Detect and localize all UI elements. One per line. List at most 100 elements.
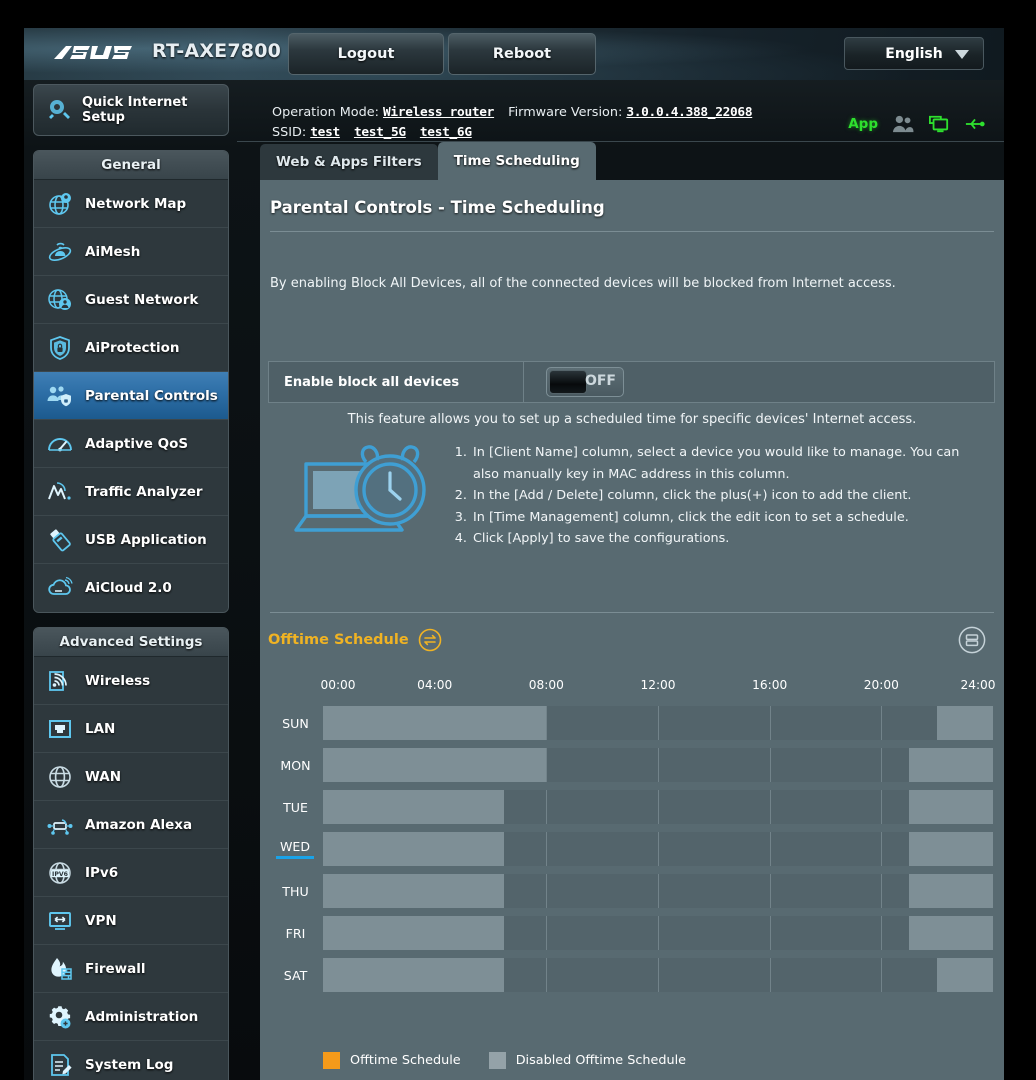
logout-button[interactable]: Logout [288,33,444,75]
wireless-icon [49,670,67,691]
ssid-value-24g[interactable]: test [310,125,340,140]
operation-mode-value[interactable]: Wireless router [383,105,494,120]
sidebar-item-wireless[interactable]: Wireless [34,657,228,705]
instruction-step: In [Client Name] column, select a device… [471,442,975,485]
toggle-knob [549,370,587,394]
legend-label-disabled: Disabled Offtime Schedule [515,1053,687,1068]
top-bar: RT-AXE7800 Logout Reboot English [24,28,1004,80]
schedule-day-label[interactable]: FRI [268,926,323,941]
ssid-value-6g[interactable]: test_6G [420,125,472,140]
tab-web-apps-filters[interactable]: Web & Apps Filters [260,144,438,180]
operation-mode-label: Operation Mode: [272,105,379,120]
schedule-block[interactable] [323,832,505,866]
axis-tick-label: 24:00 [960,678,996,692]
ssid-value-5g[interactable]: test_5G [354,125,406,140]
sidebar-item-firewall[interactable]: Firewall [34,945,228,993]
sidebar-item-system-log[interactable]: System Log [34,1041,228,1080]
schedule-gridline [658,706,659,740]
schedule-track[interactable] [323,874,993,908]
sidebar-item-label: IPv6 [85,864,119,881]
tab-bar: Web & Apps Filters Time Scheduling [260,142,596,180]
schedule-block[interactable] [323,916,505,950]
schedule-track[interactable] [323,832,993,866]
sidebar-item-traffic-analyzer[interactable]: Traffic Analyzer [34,468,228,516]
usb-drive-icon [50,528,71,551]
firmware-value[interactable]: 3.0.0.4.388_22068 [626,105,752,120]
schedule-track[interactable] [323,790,993,824]
list-view-circle-icon[interactable] [958,626,986,654]
firmware-label: Firmware Version: [508,105,623,120]
sidebar-item-label: Amazon Alexa [85,816,193,833]
schedule-track[interactable] [323,958,993,992]
swap-circle-icon[interactable] [418,628,442,652]
sidebar-item-aiprotection[interactable]: AiProtection [34,324,228,372]
schedule-day-label[interactable]: TUE [268,800,323,815]
reboot-button[interactable]: Reboot [448,33,596,75]
users-icon[interactable] [892,114,914,134]
enable-block-all-devices-label: Enable block all devices [269,362,524,402]
sidebar-item-vpn[interactable]: VPN [34,897,228,945]
ui-frame: RT-AXE7800 Logout Reboot English Operati… [24,28,1004,1080]
schedule-day-label[interactable]: SAT [268,968,323,983]
sidebar-item-lan[interactable]: LAN [34,705,228,753]
schedule-track[interactable] [323,706,993,740]
schedule-day-label[interactable]: WED [276,839,314,859]
ipv6-icon: IPV6 [49,861,71,884]
sidebar-item-usb-application[interactable]: USB Application [34,516,228,564]
schedule-rows: SUN MON TUE WED THU FRI SAT [268,702,995,996]
sidebar-item-parental-controls[interactable]: Parental Controls [34,372,228,420]
sidebar-item-administration[interactable]: Administration [34,993,228,1041]
info-line-operation: Operation Mode: Wireless router Firmware… [272,105,753,120]
schedule-block[interactable] [937,958,993,992]
sidebar-item-label: Administration [85,1008,199,1025]
schedule-block[interactable] [323,958,505,992]
schedule-day-label[interactable]: MON [268,758,323,773]
schedule-block[interactable] [323,790,505,824]
settings-panel: Parental Controls - Time Scheduling By e… [260,180,1004,1080]
schedule-gridline [546,706,548,740]
schedule-block[interactable] [937,706,993,740]
app-label[interactable]: App [848,116,878,132]
monitor-icon[interactable] [928,114,950,134]
schedule-block[interactable] [323,748,547,782]
lan-port-icon [49,719,71,738]
language-selector[interactable]: English [844,37,984,70]
sidebar-item-quick-internet-setup[interactable]: Quick Internet Setup [33,84,229,136]
enable-block-all-devices-toggle[interactable]: OFF [546,367,624,397]
sidebar-item-aicloud[interactable]: AiCloud 2.0 [34,564,228,612]
sidebar-item-aimesh[interactable]: AiMesh [34,228,228,276]
schedule-track[interactable] [323,916,993,950]
sidebar-item-amazon-alexa[interactable]: Amazon Alexa [34,801,228,849]
schedule-block[interactable] [909,916,993,950]
page-title: Parental Controls - Time Scheduling [270,198,605,217]
alexa-icon [47,818,73,835]
sidebar-item-guest-network[interactable]: Guest Network [34,276,228,324]
chevron-down-icon [955,50,969,59]
schedule-track[interactable] [323,748,993,782]
axis-tick-label: 08:00 [528,678,564,692]
schedule-day-label[interactable]: THU [268,884,323,899]
schedule-gridline [769,958,771,992]
offtime-schedule-header: Offtime Schedule [268,628,442,652]
instruction-step: Click [Apply] to save the configurations… [471,528,975,550]
enable-block-all-devices-row: Enable block all devices OFF [268,361,995,403]
schedule-gridline [881,706,883,740]
sidebar-item-ipv6[interactable]: IPV6 IPv6 [34,849,228,897]
language-selector-value: English [885,45,943,62]
info-line-ssid: SSID: test test_5G test_6G [272,125,472,140]
sidebar-item-adaptive-qos[interactable]: Adaptive QoS [34,420,228,468]
schedule-block[interactable] [909,832,993,866]
sidebar-item-wan[interactable]: WAN [34,753,228,801]
schedule-block[interactable] [323,706,547,740]
schedule-block[interactable] [909,790,993,824]
usb-icon[interactable] [964,114,986,134]
schedule-day-label[interactable]: SUN [268,716,323,731]
schedule-gridline [658,832,659,866]
schedule-block[interactable] [323,874,505,908]
sidebar-item-network-map[interactable]: Network Map [34,180,228,228]
tab-time-scheduling[interactable]: Time Scheduling [437,142,596,180]
sidebar-item-label: AiProtection [85,339,180,356]
schedule-block[interactable] [909,748,993,782]
axis-tick-label: 00:00 [320,678,356,692]
schedule-block[interactable] [909,874,993,908]
